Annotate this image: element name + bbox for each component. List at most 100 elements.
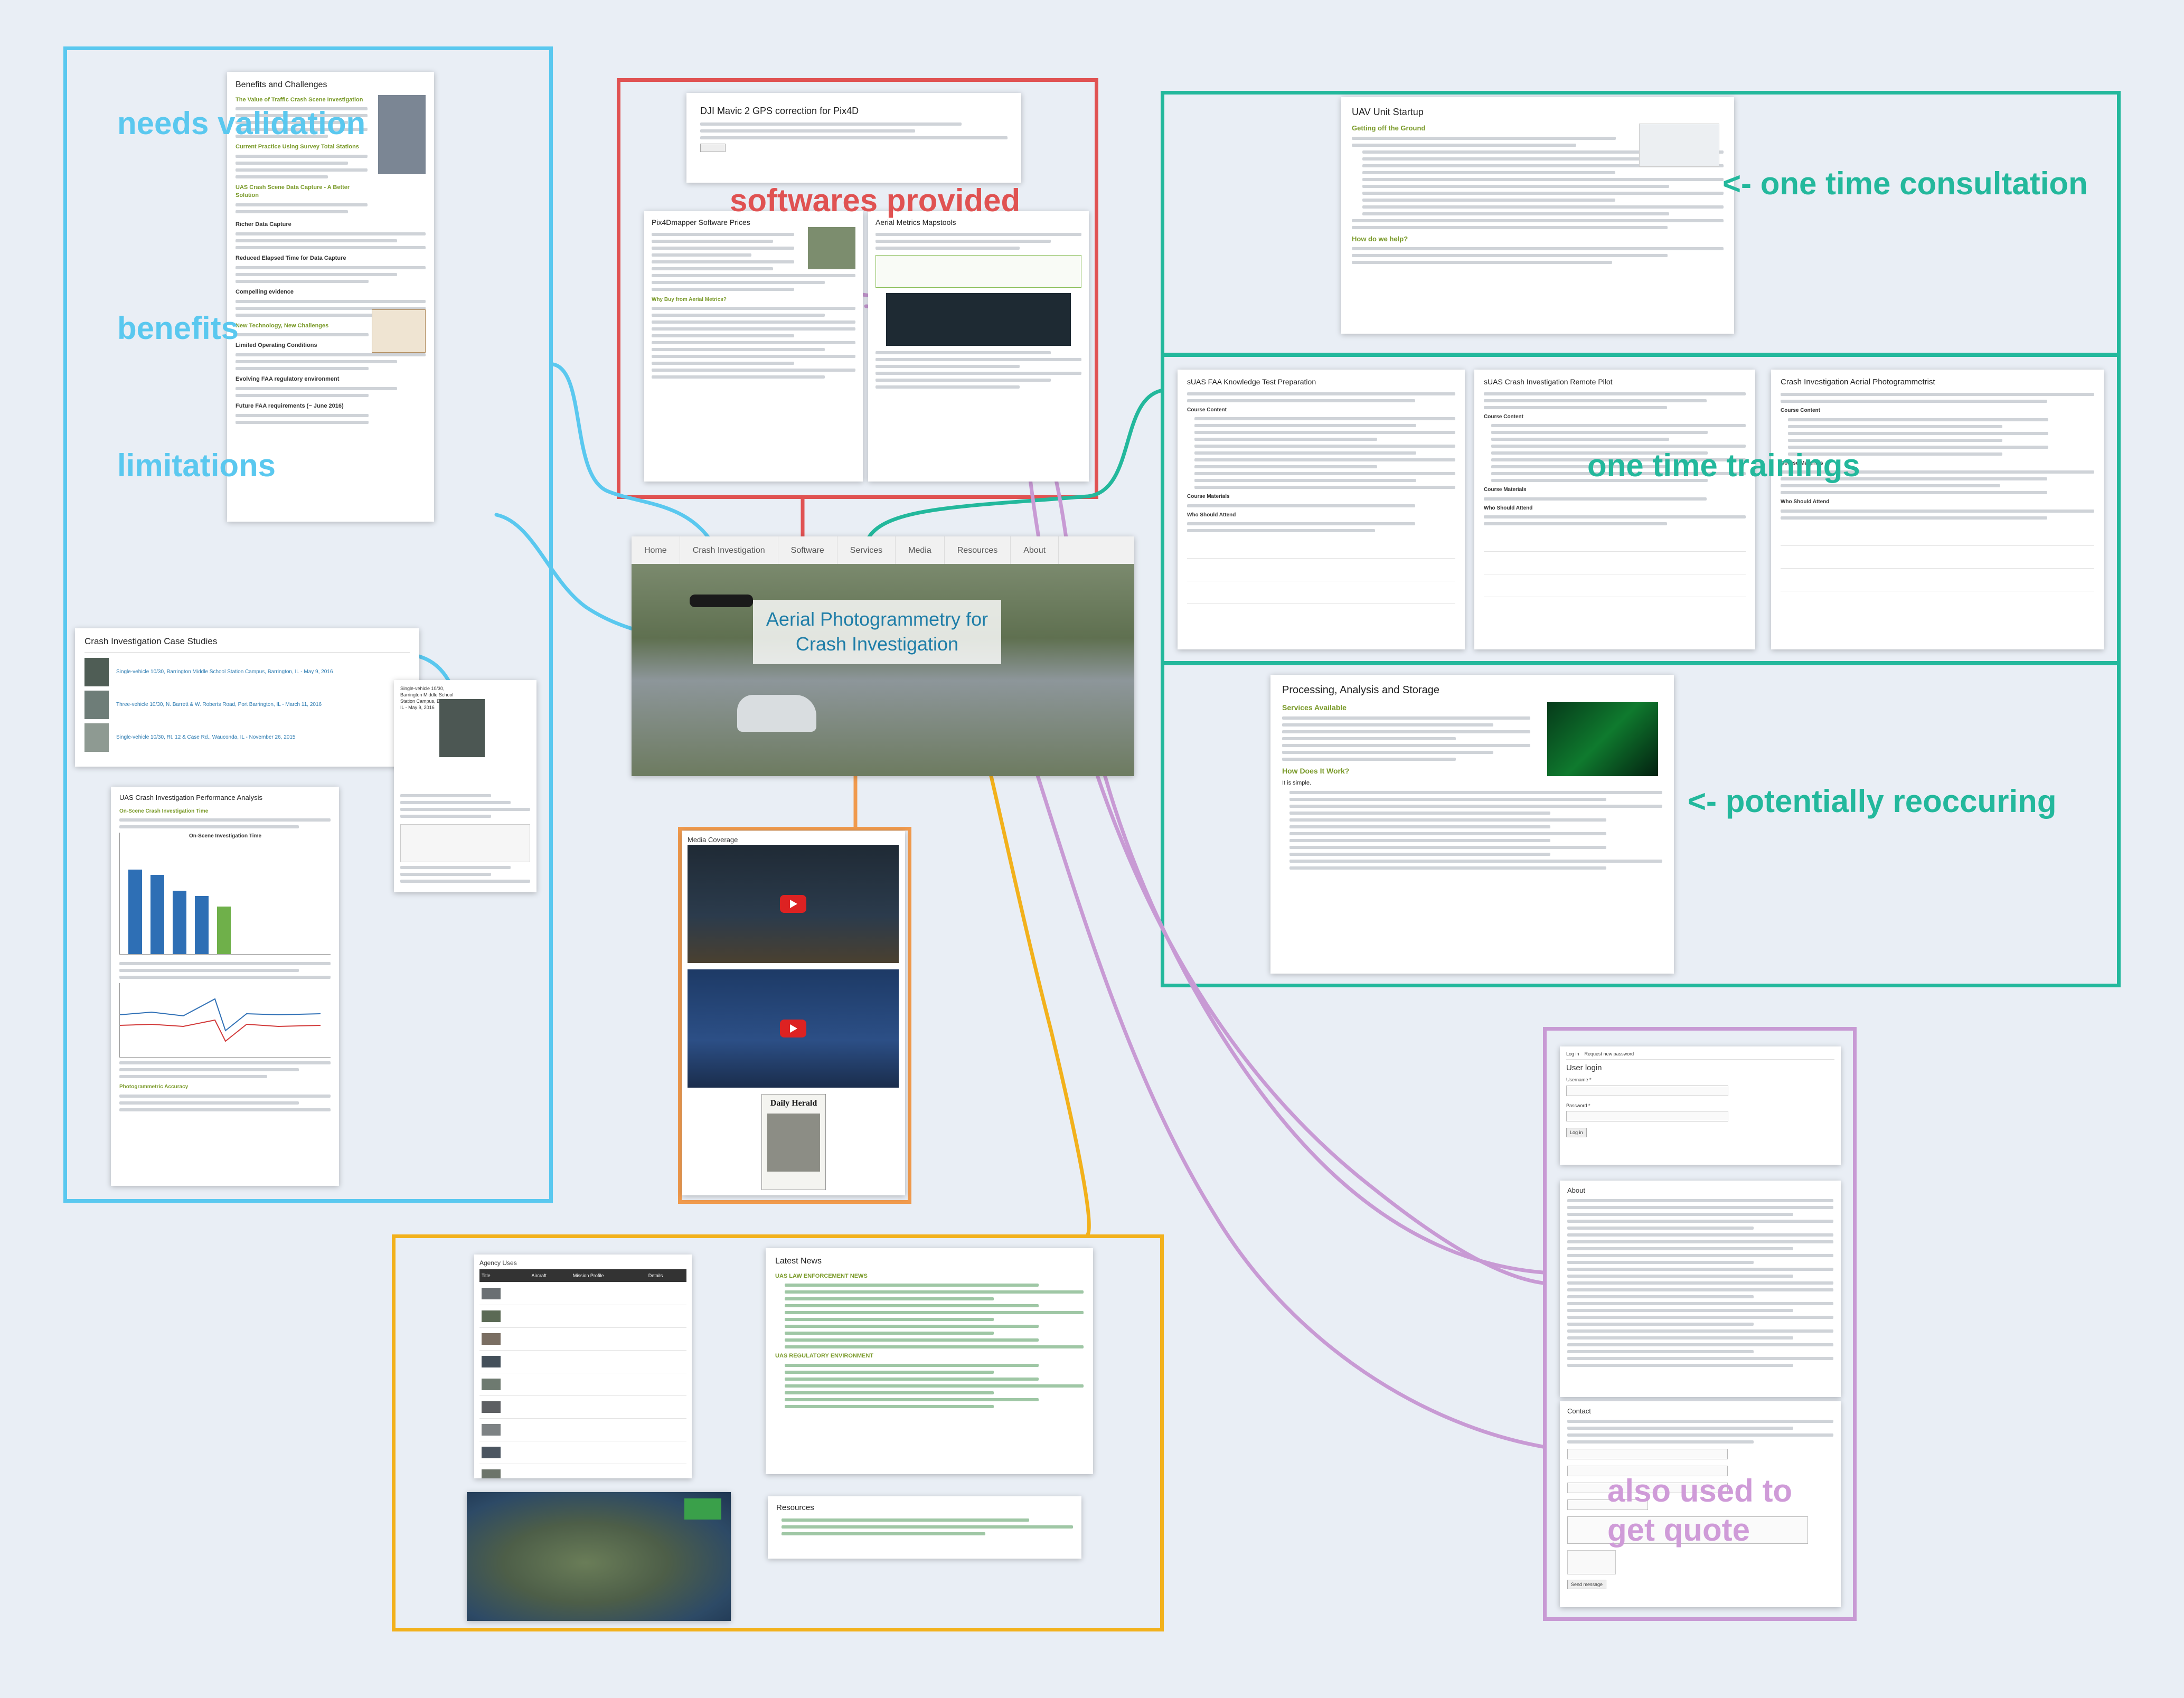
uav-unit-startup-page: UAV Unit Startup Getting off the Ground … [1341,97,1734,334]
chart-bars [128,848,234,955]
nav-home[interactable]: Home [632,536,680,564]
section-heading: Photogrammetric Accuracy [119,1084,189,1090]
page-title: Aerial Metrics Mapstools [876,218,956,227]
column-header: Details [646,1269,686,1283]
play-icon[interactable] [780,1020,806,1037]
page-title: Media Coverage [688,836,738,844]
video-player[interactable] [688,845,899,963]
password-field[interactable] [1566,1110,1728,1121]
case-study-link[interactable]: Single-vehicle 10/30, Barrington Middle … [116,668,333,676]
case-study-item[interactable]: Three-vehicle 10/30, N. Barrett & W. Rob… [84,690,410,719]
login-button[interactable]: Log in [1566,1127,1587,1137]
section-heading: Who Should Attend [1484,505,1533,511]
performance-analysis-page: UAS Crash Investigation Performance Anal… [111,787,339,1186]
data-matrix-image [1547,702,1658,776]
send-message-button[interactable]: Send message [1567,1579,1607,1589]
hero-car [737,695,816,732]
accuracy-chart [119,983,331,1058]
case-studies-page: Crash Investigation Case Studies Single-… [75,628,419,767]
section-heading: Who Should Attend [1187,512,1236,518]
name-field[interactable] [1567,1448,1728,1459]
play-icon[interactable] [780,895,806,913]
annotation-limitations: limitations [117,448,276,483]
section-heading: UAS Crash Scene Data Capture - A Better … [236,184,350,199]
case-study-photo [439,699,485,757]
chart-bar [195,896,209,955]
section-heading: UAS LAW ENFORCEMENT NEWS [775,1272,868,1279]
pix4d-prices-page: Pix4Dmapper Software Prices Why Buy from… [644,211,863,482]
column-header: Mission Profile [570,1269,646,1283]
nav-resources[interactable]: Resources [945,536,1011,564]
table-row[interactable] [479,1395,686,1419]
subsection-heading: Reduced Elapsed Time for Data Capture [236,254,346,261]
nav-services[interactable]: Services [837,536,896,564]
case-study-detail-page: Single-vehicle 10/30, Barrington Middle … [394,680,536,892]
table-row[interactable] [479,1441,686,1465]
news-list [775,1284,1084,1349]
section-heading: Current Practice Using Survey Total Stat… [236,144,359,150]
tab-login[interactable]: Log in [1566,1051,1579,1057]
table-row[interactable] [479,1327,686,1351]
page-title: Contact [1567,1407,1591,1415]
nav-about[interactable]: About [1011,536,1059,564]
newspaper-clipping[interactable]: Daily Herald [761,1094,826,1190]
remote-pilot-page: sUAS Crash Investigation Remote Pilot Co… [1474,370,1755,649]
table-row[interactable] [479,1282,686,1306]
chart-title: On-Scene Investigation Time [189,833,262,839]
table-row[interactable] [479,1373,686,1397]
chart-bar [150,875,164,955]
case-study-item[interactable]: Single-vehicle 10/30, Barrington Middle … [84,657,410,686]
chart-bar [128,870,142,955]
chart-bar [217,907,231,955]
gps-correction-page: DJI Mavic 2 GPS correction for Pix4D [686,93,1021,183]
username-field[interactable] [1566,1085,1728,1096]
nav-crash-investigation[interactable]: Crash Investigation [680,536,778,564]
agency-table: Title Aircraft Mission Profile Details [479,1269,686,1478]
video-thumbnail[interactable] [886,293,1071,346]
map-image[interactable] [467,1492,731,1621]
download-button[interactable] [700,144,726,153]
about-page: About [1560,1181,1841,1397]
section-heading: UAS REGULATORY ENVIRONMENT [775,1353,873,1360]
section-heading: Course Content [1187,407,1227,413]
pix4d-screenshot [808,227,855,269]
nav-software[interactable]: Software [778,536,837,564]
annotation-also-used-to: also used to [1607,1473,1793,1508]
case-study-link[interactable]: Single-vehicle 10/30, Rt. 12 & Case Rd.,… [116,734,295,741]
section-heading: Course Content [1781,408,1820,414]
hero-title: Aerial Photogrammetry for Crash Investig… [753,600,1001,664]
table-row[interactable] [479,1464,686,1478]
annotation-needs-validation: needs validation [117,106,366,141]
page-title: Crash Investigation Case Studies [84,636,410,653]
page-title: UAS Crash Investigation Performance Anal… [119,794,262,801]
resources-page: Resources [768,1496,1081,1559]
nav-media[interactable]: Media [896,536,945,564]
captcha-box[interactable] [1567,1550,1616,1574]
tab-request-password[interactable]: Request new password [1585,1051,1634,1057]
download-form[interactable] [876,254,1081,288]
accuracy-lines [119,998,321,1042]
map-overlay-box [684,1498,721,1520]
table-row[interactable] [479,1350,686,1374]
case-study-item[interactable]: Single-vehicle 10/30, Rt. 12 & Case Rd.,… [84,723,410,752]
section-heading: On-Scene Crash Investigation Time [119,808,209,814]
agency-uses-page: Agency Uses Title Aircraft Mission Profi… [474,1254,692,1478]
newspaper-masthead: Daily Herald [770,1099,817,1108]
video-player[interactable] [688,969,899,1088]
table-row[interactable] [479,1305,686,1328]
username-label: Username * [1566,1077,1592,1083]
annotation-softwares-provided: softwares provided [730,183,1021,218]
mapstools-page: Aerial Metrics Mapstools [868,211,1089,482]
annotation-one-time-trainings: one time trainings [1587,448,1860,483]
page-title: Processing, Analysis and Storage [1282,684,1439,696]
section-heading: How do we help? [1352,234,1408,243]
media-coverage-page: Media Coverage Daily Herald [682,831,905,1195]
main-nav: Home Crash Investigation Software Servic… [632,536,1134,564]
page-title: About [1567,1186,1585,1194]
case-study-link[interactable]: Three-vehicle 10/30, N. Barrett & W. Rob… [116,701,322,709]
subsection-heading: Richer Data Capture [236,221,291,228]
newspaper-photo [767,1113,820,1172]
table-row[interactable] [479,1418,686,1442]
login-tabs: Log in Request new password [1566,1051,1834,1060]
class-info-table [1484,529,1746,598]
